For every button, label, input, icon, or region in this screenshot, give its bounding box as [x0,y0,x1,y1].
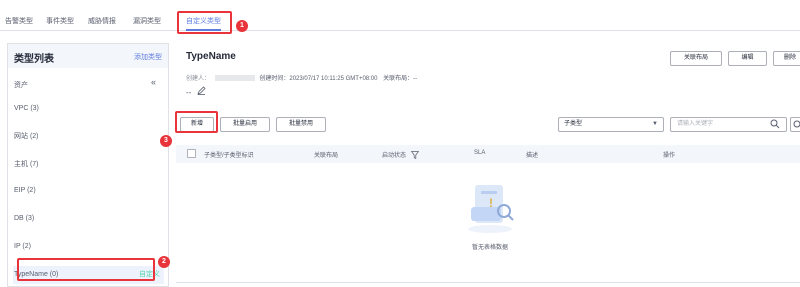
associated-layout: 关联布局：-- [383,76,418,82]
item-highlight-box [17,258,155,281]
type-tabs: 告警类型 事件类型 威胁情报 漏洞类型 自定义类型 [0,0,800,31]
sidebar-item-label: EIP (2) [14,187,36,194]
sidebar-item-host[interactable]: 主机 (7) [13,156,164,174]
filter-select-value: 子类型 [564,121,583,127]
select-all-checkbox[interactable] [187,149,196,158]
group-label-asset: 资产 [14,82,28,89]
sidebar-item-label: IP (2) [14,243,31,250]
type-description: -- [186,86,206,97]
edit-button[interactable]: 编辑 [728,51,767,66]
tab-threat-intel[interactable]: 威胁情报 [88,16,116,31]
sidebar-item-label: DB (3) [14,215,35,222]
column-subtype: 子类型/子类型标识 [204,153,254,159]
column-sla: SLA [474,150,486,156]
column-actions: 操作 [663,153,676,159]
type-list-panel: 类型列表 添加类型 资产 « VPC (3) 网站 (2) 主机 (7) EIP… [7,43,169,287]
sidebar-item-label: VPC (3) [14,105,39,112]
empty-state-text: 暂无表格数据 [471,245,508,251]
type-list-header: 类型列表 添加类型 [8,44,168,68]
table-divider [176,282,800,283]
empty-state-illustration: ! [455,177,525,247]
advanced-search-button[interactable] [790,117,800,132]
tab-vulnerability-type[interactable]: 漏洞类型 [133,16,161,31]
sidebar-item-eip[interactable]: EIP (2) [13,182,164,200]
tab-highlight-box [177,11,232,34]
type-title: TypeName [186,51,236,62]
sidebar-item-ip[interactable]: IP (2) [13,238,164,256]
step-badge-2: 2 [158,256,170,268]
collapse-icon[interactable]: « [151,77,156,87]
sidebar-item-db[interactable]: DB (3) [13,210,164,228]
tab-alert-type[interactable]: 告警类型 [5,16,33,31]
column-status-label: 启动状态 [382,153,407,159]
caret-down-icon: ▼ [652,121,658,127]
batch-disable-button[interactable]: 批量禁用 [276,117,326,132]
sidebar-item-label: 主机 (7) [14,161,39,168]
associate-layout-button[interactable]: 关联布局 [670,51,722,66]
new-button-highlight-box [175,111,218,133]
sidebar-item-vpc[interactable]: VPC (3) [13,100,164,118]
filter-select[interactable]: 子类型 ▼ [558,117,664,132]
created-time: 创建时间：2023/07/17 10:11:25 GMT+08:00 [259,76,378,82]
creator-value-redacted [214,75,255,82]
table-header: 子类型/子类型标识 关联布局 启动状态 SLA 描述 操作 [176,145,800,163]
edit-pencil-icon[interactable] [196,86,206,97]
step-badge-1: 1 [236,20,248,32]
column-layout: 关联布局 [314,153,339,159]
creator-label: 创建人： [186,76,211,82]
type-list-title: 类型列表 [14,54,54,65]
step-badge-3: 3 [160,135,172,147]
batch-enable-button[interactable]: 批量启用 [220,117,270,132]
delete-button[interactable]: 删除 [773,51,800,66]
tab-event-type[interactable]: 事件类型 [46,16,74,31]
sidebar-item-label: 网站 (2) [14,133,39,140]
search-icon[interactable] [770,119,780,131]
type-meta: 创建人： 创建时间：2023/07/17 10:11:25 GMT+08:00 … [186,73,417,82]
add-type-link[interactable]: 添加类型 [134,52,162,62]
search-icon [793,120,800,128]
column-description: 描述 [526,153,539,159]
filter-icon[interactable] [410,151,419,160]
column-status[interactable]: 启动状态 [382,150,419,160]
description-value: -- [186,88,192,97]
sidebar-item-website[interactable]: 网站 (2) [13,128,164,146]
